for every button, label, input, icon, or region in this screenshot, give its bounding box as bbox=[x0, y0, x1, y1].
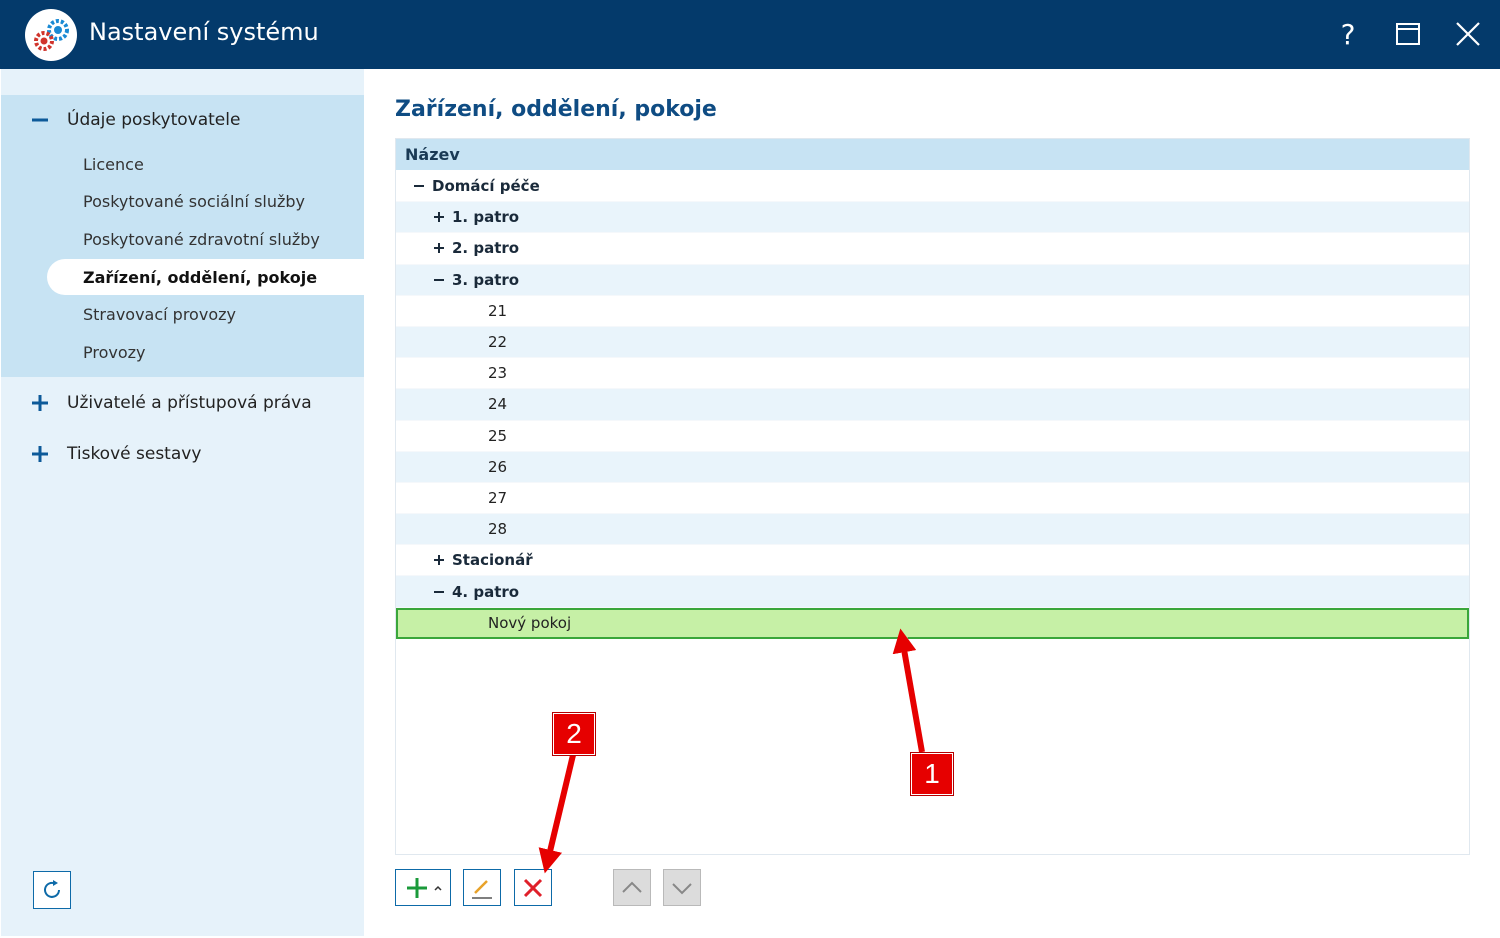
expand-icon[interactable] bbox=[432, 241, 446, 255]
plus-icon bbox=[406, 877, 427, 898]
tree-row[interactable]: Domácí péče bbox=[396, 171, 1469, 203]
window-title: Nastavení systému bbox=[89, 18, 319, 46]
tree-row[interactable]: 22 bbox=[396, 326, 1469, 359]
collapse-icon[interactable] bbox=[432, 585, 446, 599]
close-button[interactable] bbox=[1448, 14, 1488, 54]
page-title: Zařízení, oddělení, pokoje bbox=[395, 97, 717, 122]
tree-row-label: 26 bbox=[488, 457, 508, 476]
edit-button[interactable] bbox=[463, 869, 501, 906]
maximize-icon bbox=[1396, 23, 1420, 45]
tree-row-label: 1. patro bbox=[452, 208, 520, 227]
tree-row-label: 21 bbox=[488, 301, 508, 320]
move-up-button[interactable] bbox=[613, 869, 651, 906]
pencil-icon bbox=[472, 879, 492, 899]
title-bar: Nastavení systému ? bbox=[0, 0, 1500, 69]
sidebar-item-catering[interactable]: Stravovací provozy bbox=[47, 296, 364, 332]
help-icon: ? bbox=[1340, 17, 1356, 51]
tree-row-label: 25 bbox=[488, 426, 508, 445]
refresh-icon bbox=[44, 880, 60, 898]
maximize-button[interactable] bbox=[1388, 14, 1428, 54]
tree-row[interactable]: 27 bbox=[396, 483, 1469, 515]
close-icon bbox=[1456, 22, 1480, 46]
sidebar-group-header-providers[interactable]: Údaje poskytovatele bbox=[1, 102, 364, 138]
sidebar-group-label: Údaje poskytovatele bbox=[67, 110, 241, 130]
tree-rows: Domácí péče 1. patro 2. patro 3. patro 21 22 2… bbox=[396, 171, 1469, 639]
sidebar-item-facilities[interactable]: Zařízení, oddělení, pokoje bbox=[47, 259, 364, 295]
move-down-button[interactable] bbox=[663, 869, 701, 906]
tree-row-label: 2. patro bbox=[452, 239, 520, 258]
delete-button[interactable] bbox=[514, 869, 552, 906]
tree-row[interactable]: 21 bbox=[396, 296, 1469, 327]
annotation-callout-2: 2 bbox=[553, 713, 595, 755]
add-button[interactable] bbox=[395, 869, 451, 906]
tree-row-label: Stacionář bbox=[452, 551, 533, 570]
tree-row[interactable]: 3. patro bbox=[396, 264, 1469, 296]
gears-icon bbox=[25, 9, 77, 61]
chevron-up-icon bbox=[622, 881, 642, 893]
sidebar-group-header-reports[interactable]: Tiskové sestavy bbox=[1, 436, 364, 472]
column-header-name[interactable]: Název bbox=[396, 139, 1469, 170]
sidebar-group-label: Uživatelé a přístupová práva bbox=[67, 393, 312, 413]
sidebar-item-licence[interactable]: Licence bbox=[47, 146, 364, 182]
tree-row-label: 3. patro bbox=[452, 270, 520, 289]
expand-icon[interactable] bbox=[31, 394, 49, 412]
annotation-callout-1: 1 bbox=[911, 753, 953, 795]
tree-row-label: 28 bbox=[488, 520, 508, 539]
tree-row-label: 27 bbox=[488, 488, 508, 507]
sidebar-group-label: Tiskové sestavy bbox=[67, 444, 202, 464]
tree-row-label: Nový pokoj bbox=[488, 614, 572, 633]
tree-row-label: 24 bbox=[488, 395, 508, 414]
refresh-button[interactable] bbox=[33, 871, 71, 909]
tree-row-label: 22 bbox=[488, 333, 508, 352]
tree-row[interactable]: Stacionář bbox=[396, 545, 1469, 577]
sidebar-item-social-services[interactable]: Poskytované sociální služby bbox=[47, 183, 364, 219]
expand-icon[interactable] bbox=[432, 210, 446, 224]
sidebar-item-operations[interactable]: Provozy bbox=[47, 334, 364, 370]
tree-row[interactable]: 25 bbox=[396, 421, 1469, 452]
sidebar-item-health-services[interactable]: Poskytované zdravotní služby bbox=[47, 221, 364, 257]
tree-row[interactable]: 23 bbox=[396, 358, 1469, 390]
collapse-icon[interactable] bbox=[412, 179, 426, 193]
tree-row-label: Domácí péče bbox=[432, 177, 540, 196]
tree-row[interactable]: 28 bbox=[396, 514, 1469, 546]
chevron-down-icon bbox=[672, 882, 692, 894]
collapse-icon[interactable] bbox=[432, 273, 446, 287]
collapse-icon[interactable] bbox=[31, 111, 49, 129]
sidebar-group-header-users[interactable]: Uživatelé a přístupová práva bbox=[1, 385, 364, 421]
expand-icon[interactable] bbox=[432, 553, 446, 567]
tree-row[interactable]: 4. patro bbox=[396, 576, 1469, 608]
tree-row[interactable]: 26 bbox=[396, 451, 1469, 483]
tree-row-selected[interactable]: Nový pokoj bbox=[396, 607, 1469, 639]
expand-icon[interactable] bbox=[31, 445, 49, 463]
delete-x-icon bbox=[523, 878, 543, 897]
tree-row-label: 4. patro bbox=[452, 582, 520, 601]
sidebar: Údaje poskytovatele Licence Poskytované … bbox=[1, 69, 364, 936]
caret-up-icon bbox=[433, 885, 442, 891]
tree-row[interactable]: 24 bbox=[396, 389, 1469, 421]
help-button[interactable]: ? bbox=[1328, 14, 1368, 54]
tree-row-label: 23 bbox=[488, 364, 508, 383]
tree-row[interactable]: 2. patro bbox=[396, 233, 1469, 265]
tree-row[interactable]: 1. patro bbox=[396, 202, 1469, 234]
